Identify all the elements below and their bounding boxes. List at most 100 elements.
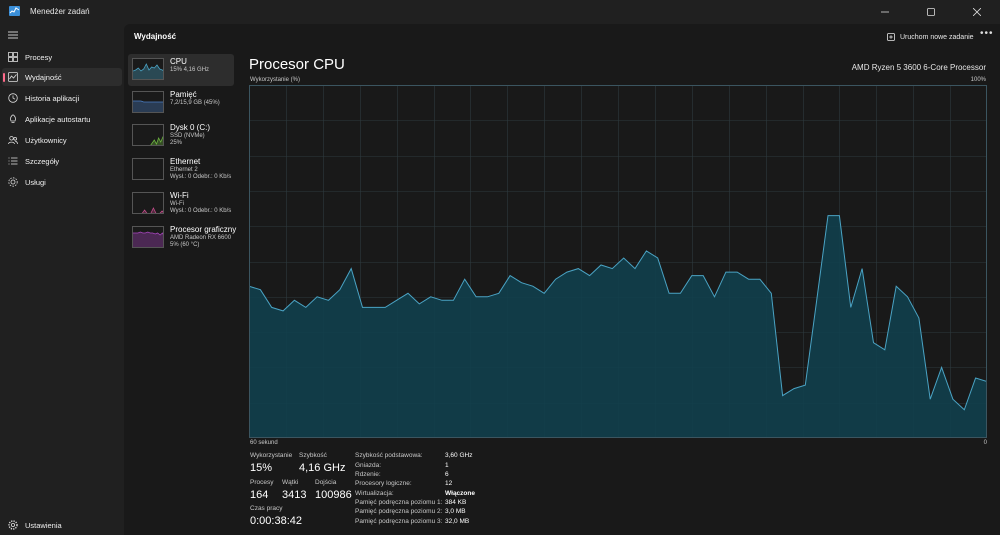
sidebar-item-services[interactable]: Usługi bbox=[2, 173, 122, 191]
sidebar-item-label: Szczegóły bbox=[25, 156, 60, 166]
device-item-disk[interactable]: Dysk 0 (C:) SSD (NVMe) 25% bbox=[128, 120, 234, 152]
minimize-button[interactable] bbox=[862, 0, 908, 24]
cpu-sparkline bbox=[133, 63, 163, 79]
sidebar-item-label: Wydajność bbox=[25, 72, 62, 82]
utilization-stat-value: 15% bbox=[250, 462, 273, 474]
processor-name: AMD Ryzen 5 3600 6-Core Processor bbox=[851, 63, 986, 72]
detail-value: 1 bbox=[445, 462, 449, 469]
device-item-cpu[interactable]: CPU 15% 4,16 GHz bbox=[128, 54, 234, 86]
hamburger-menu-icon[interactable] bbox=[8, 30, 18, 40]
detail-value: 3,0 MB bbox=[445, 508, 466, 515]
history-icon bbox=[8, 93, 18, 103]
run-task-icon bbox=[887, 33, 895, 41]
device-detail: Wysł.: 0 Odebr.: 0 Kb/s bbox=[170, 208, 232, 214]
device-name: Procesor graficzny bbox=[170, 225, 237, 234]
sidebar-item-label: Procesy bbox=[25, 52, 53, 62]
uptime-stat-label: Czas pracy bbox=[250, 505, 283, 512]
sidebar-item-settings[interactable]: Ustawienia bbox=[2, 516, 122, 534]
device-thumbnail bbox=[132, 91, 164, 113]
speed-stat-label: Szybkość bbox=[299, 452, 327, 459]
run-new-task-label: Uruchom nowe zadanie bbox=[900, 33, 974, 41]
page-title: Wydajność bbox=[134, 32, 177, 41]
device-detail: Ethernet 2 bbox=[170, 167, 198, 173]
device-detail: Wysł.: 0 Odebr.: 0 Kb/s bbox=[170, 174, 232, 180]
handles-stat-label: Dojścia bbox=[315, 479, 337, 486]
device-name: Pamięć bbox=[170, 90, 197, 99]
detail-value: Włączone bbox=[445, 490, 475, 497]
device-detail: 25% bbox=[170, 140, 183, 146]
device-detail: SSD (NVMe) bbox=[170, 133, 205, 139]
startup-icon bbox=[10, 114, 16, 123]
detail-key: Wirtualizacja: bbox=[355, 490, 394, 497]
uptime-stat-value: 0:00:38:42 bbox=[250, 515, 302, 527]
device-detail: 15% 4,16 GHz bbox=[170, 67, 210, 73]
sidebar-item-startup-apps[interactable]: Aplikacje autostartu bbox=[2, 110, 122, 128]
utilization-axis-label: Wykorzystanie (%) bbox=[250, 77, 300, 83]
sparkline-fill bbox=[150, 137, 163, 145]
device-item-ethernet[interactable]: Ethernet Ethernet 2 Wysł.: 0 Odebr.: 0 K… bbox=[128, 154, 234, 186]
minimize-icon bbox=[881, 11, 889, 13]
detail-key: Pamięć podręczna poziomu 3: bbox=[355, 518, 443, 525]
device-item-wifi[interactable]: Wi-Fi Wi-Fi Wysł.: 0 Odebr.: 0 Kb/s bbox=[128, 188, 234, 220]
detail-key: Szybkość podstawowa: bbox=[355, 452, 423, 459]
device-thumbnail bbox=[132, 226, 164, 248]
task-manager-icon bbox=[9, 6, 20, 16]
speed-stat-value: 4,16 GHz bbox=[299, 462, 346, 474]
performance-icon bbox=[8, 72, 18, 82]
detail-key: Procesory logiczne: bbox=[355, 480, 412, 487]
detail-key: Gniazda: bbox=[355, 462, 382, 469]
sidebar-item-label: Użytkownicy bbox=[25, 135, 67, 145]
more-options-icon[interactable]: ••• bbox=[980, 28, 994, 39]
close-button[interactable] bbox=[954, 0, 1000, 24]
run-new-task-button[interactable]: Uruchom nowe zadanie bbox=[887, 30, 974, 44]
grid-icon bbox=[8, 52, 18, 62]
detail-value: 3,60 GHz bbox=[445, 452, 473, 459]
device-thumbnail bbox=[132, 124, 164, 146]
threads-stat-label: Wątki bbox=[282, 479, 299, 486]
wifi-sparkline bbox=[141, 207, 163, 213]
details-icon bbox=[8, 157, 18, 165]
memory-sparkline bbox=[133, 100, 163, 112]
threads-stat-value: 3413 bbox=[282, 489, 307, 501]
sidebar-item-label: Historia aplikacji bbox=[25, 93, 80, 103]
device-item-gpu[interactable]: Procesor graficzny AMD Radeon RX 6600 5%… bbox=[128, 222, 237, 254]
detail-value: 6 bbox=[445, 471, 449, 478]
utilization-stat-label: Wykorzystanie bbox=[250, 452, 293, 459]
sidebar-item-app-history[interactable]: Historia aplikacji bbox=[2, 89, 122, 107]
detail-value: 384 KB bbox=[445, 499, 467, 506]
device-name: Dysk 0 (C:) bbox=[170, 123, 210, 132]
device-item-memory[interactable]: Pamięć 7,2/15,9 GB (45%) bbox=[128, 87, 234, 119]
gear-icon bbox=[8, 520, 18, 530]
title-bar: Menedżer zadań bbox=[0, 0, 1000, 24]
time-axis-label: 60 sekund bbox=[250, 440, 278, 446]
detail-value: 12 bbox=[445, 480, 453, 487]
close-icon bbox=[973, 8, 981, 16]
sparkline-fill bbox=[133, 101, 163, 112]
sidebar-item-users[interactable]: Użytkownicy bbox=[2, 131, 122, 149]
sidebar-item-processes[interactable]: Procesy bbox=[2, 48, 122, 66]
detail-key: Rdzenie: bbox=[355, 471, 381, 478]
gpu-sparkline bbox=[133, 231, 163, 247]
sidebar-item-label: Aplikacje autostartu bbox=[25, 114, 91, 124]
device-detail: 5% (60 °C) bbox=[170, 242, 200, 248]
sidebar-item-details[interactable]: Szczegóły bbox=[2, 152, 122, 170]
device-thumbnail bbox=[132, 158, 164, 180]
users-icon bbox=[8, 136, 18, 145]
maximize-button[interactable] bbox=[908, 0, 954, 24]
handles-stat-value: 100986 bbox=[315, 489, 352, 501]
sidebar-item-performance[interactable]: Wydajność bbox=[2, 68, 122, 86]
axis-max-label: 100% bbox=[970, 77, 986, 83]
cpu-utilization-graph bbox=[249, 85, 987, 438]
services-icon bbox=[8, 177, 18, 187]
ethernet-sparkline bbox=[133, 159, 164, 180]
sidebar-item-label: Usługi bbox=[25, 177, 46, 187]
detail-key: Pamięć podręczna poziomu 1: bbox=[355, 499, 443, 506]
cpu-panel-title: Procesor CPU bbox=[249, 56, 345, 73]
device-name: CPU bbox=[170, 57, 187, 66]
device-detail: 7,2/15,9 GB (45%) bbox=[170, 100, 220, 106]
device-thumbnail bbox=[132, 192, 164, 214]
device-name: Ethernet bbox=[170, 157, 201, 166]
disk-sparkline bbox=[150, 136, 163, 145]
processes-stat-value: 164 bbox=[250, 489, 269, 501]
sparkline-line bbox=[141, 207, 163, 213]
